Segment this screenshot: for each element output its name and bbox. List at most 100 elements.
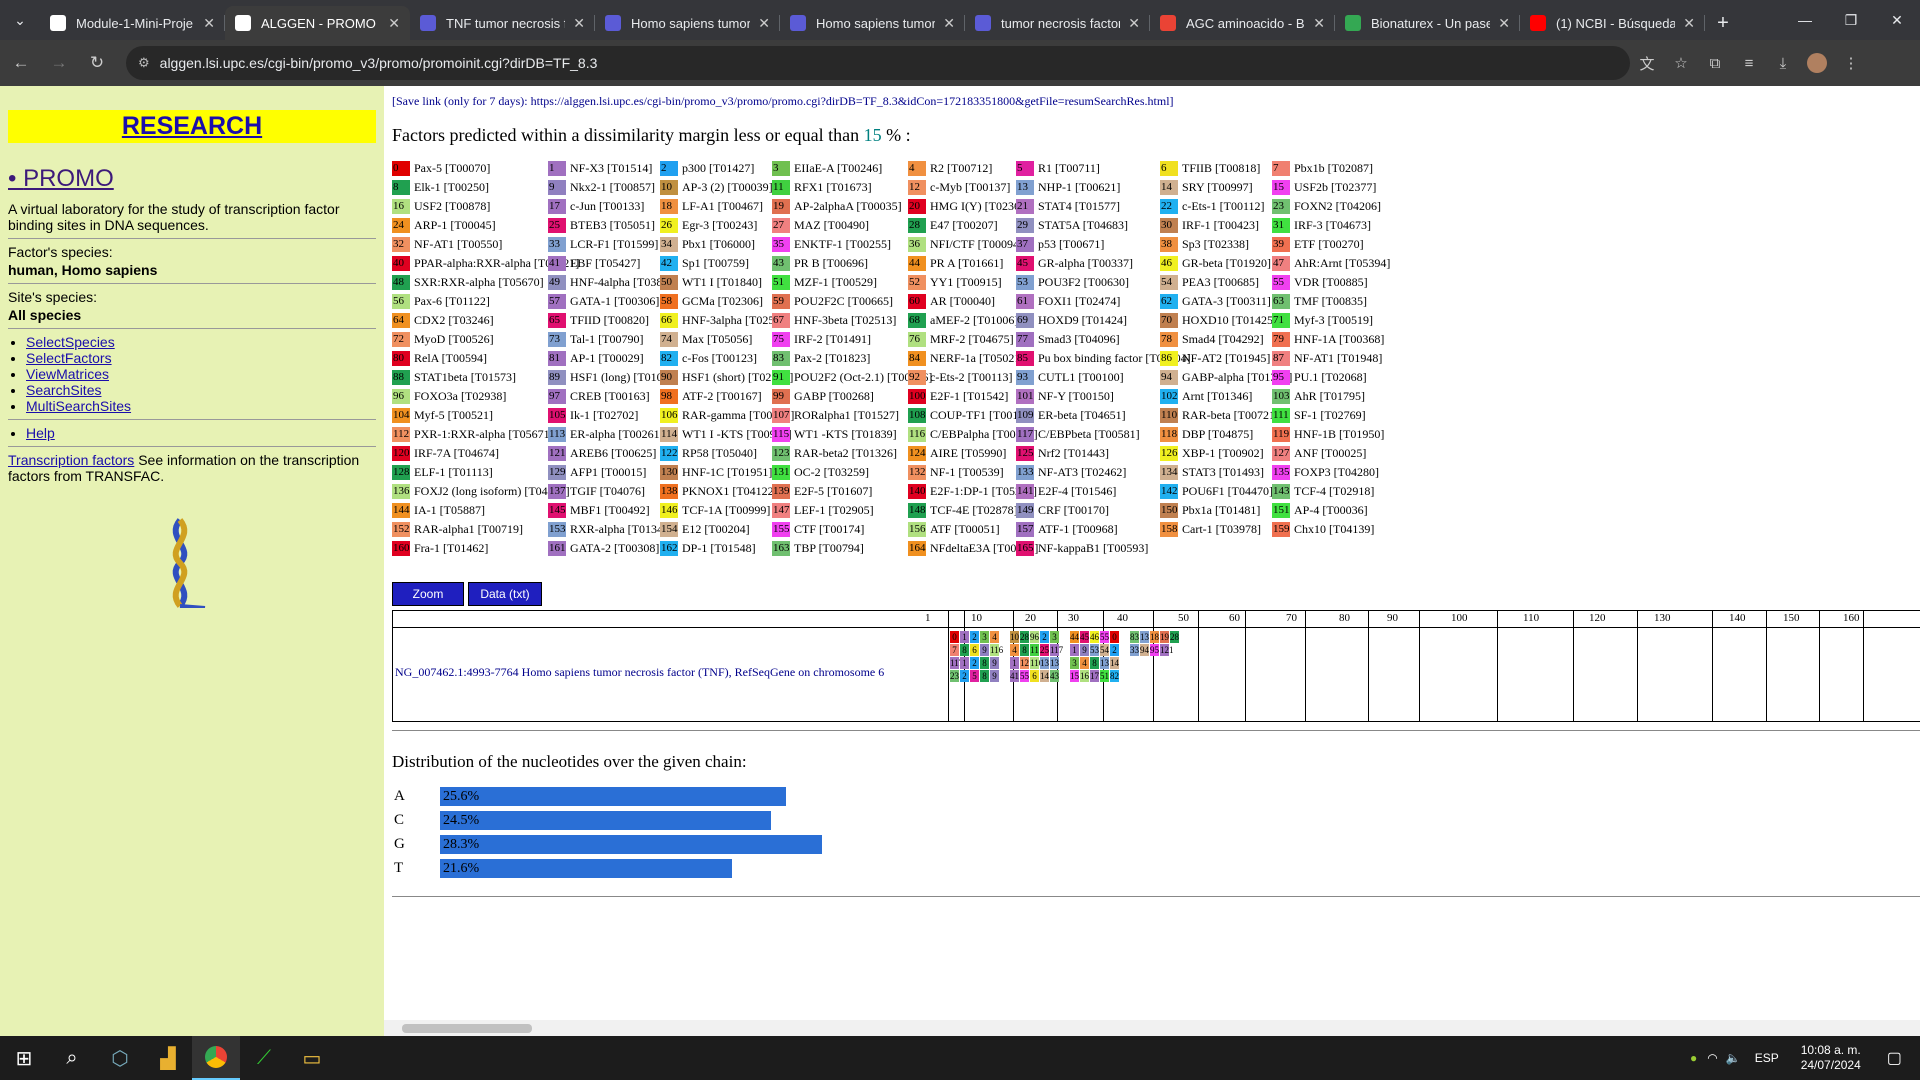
horizontal-scrollbar[interactable] (384, 1020, 1920, 1036)
binding-site-box[interactable]: 2 (1110, 644, 1119, 656)
binding-site-box[interactable]: 43 (1050, 670, 1059, 682)
binding-site-box[interactable]: 0 (1110, 631, 1119, 643)
binding-site-box[interactable]: 96 (1030, 631, 1039, 643)
translate-icon[interactable]: 文 (1630, 46, 1664, 80)
binding-site-box[interactable]: 46 (1090, 631, 1099, 643)
browser-tab[interactable]: Module-1-Mini-Proje ✕ (40, 6, 225, 40)
tab-search-icon[interactable]: ⌄ (0, 0, 40, 40)
windows-start-icon[interactable]: ⊞ (0, 1036, 48, 1080)
binding-site-box[interactable]: 94 (1140, 644, 1149, 656)
minimize-icon[interactable]: — (1782, 0, 1828, 40)
browser-tab[interactable]: Bionaturex - Un pase ✕ (1335, 6, 1520, 40)
multi-search-sites-link[interactable]: MultiSearchSites (26, 398, 131, 414)
media-icon[interactable]: ≡ (1732, 46, 1766, 80)
binding-site-box[interactable]: 14 (1110, 657, 1119, 669)
menu-icon[interactable]: ⋮ (1834, 46, 1868, 80)
binding-site-box[interactable]: 8 (960, 644, 969, 656)
binding-site-box[interactable]: 9 (1080, 644, 1089, 656)
binding-site-box[interactable]: 117 (1050, 644, 1063, 656)
transcription-factors-link[interactable]: Transcription factors (8, 452, 134, 468)
binding-site-box[interactable]: 4 (1080, 657, 1089, 669)
status-icon[interactable]: ● (1690, 1051, 1697, 1065)
binding-site-box[interactable]: 8 (1090, 657, 1099, 669)
tab-close-icon[interactable]: ✕ (758, 15, 770, 32)
binding-site-box[interactable]: 4 (990, 631, 999, 643)
binding-site-box[interactable]: 16 (1080, 670, 1089, 682)
scrollbar-thumb[interactable] (402, 1024, 532, 1033)
binding-site-box[interactable]: 11 (1030, 644, 1039, 656)
new-tab-button[interactable]: + (1705, 6, 1741, 40)
binding-site-box[interactable]: 12 (1020, 657, 1029, 669)
virtualbox-icon[interactable]: ⬡ (96, 1036, 144, 1080)
tab-close-icon[interactable]: ✕ (1498, 15, 1510, 32)
binding-site-box[interactable]: 6 (1030, 670, 1039, 682)
binding-site-box[interactable]: 1 (960, 631, 969, 643)
data-txt-button[interactable]: Data (txt) (468, 582, 542, 606)
binding-site-box[interactable]: 1 (1070, 644, 1079, 656)
volume-icon[interactable]: 🔈 (1726, 1051, 1741, 1065)
tab-close-icon[interactable]: ✕ (1128, 15, 1140, 32)
file-explorer-icon[interactable]: ▭ (288, 1036, 336, 1080)
promo-link[interactable]: • PROMO (8, 165, 376, 193)
binding-site-box[interactable]: 1 (1010, 657, 1019, 669)
binding-site-box[interactable]: 41 (1010, 670, 1019, 682)
help-link[interactable]: Help (26, 425, 55, 441)
binding-site-box[interactable]: 54 (1100, 644, 1109, 656)
browser-tab[interactable]: Homo sapiens tumor ✕ (595, 6, 780, 40)
binding-site-box[interactable]: 8 (1020, 644, 1029, 656)
forward-icon[interactable]: → (42, 46, 76, 80)
wifi-icon[interactable]: ◠ (1707, 1051, 1717, 1065)
binding-site-box[interactable]: 116 (990, 644, 1003, 656)
binding-site-box[interactable]: 95 (1150, 644, 1159, 656)
binding-site-box[interactable]: 9 (990, 670, 999, 682)
browser-tab[interactable]: TNF tumor necrosis f ✕ (410, 6, 595, 40)
binding-site-box[interactable]: 51 (1100, 670, 1109, 682)
binding-site-box[interactable]: 8 (980, 670, 989, 682)
binding-site-box[interactable]: 45 (1080, 631, 1089, 643)
clock[interactable]: 10:08 a. m. 24/07/2024 (1801, 1043, 1861, 1073)
browser-tab[interactable]: ALGGEN - PROMO ✕ (225, 6, 410, 40)
language-indicator[interactable]: ESP (1755, 1051, 1779, 1065)
browser-tab[interactable]: (1) NCBI - Búsqueda ✕ (1520, 6, 1705, 40)
binding-site-box[interactable]: 1 (960, 657, 969, 669)
binding-site-box[interactable]: 13 (1100, 657, 1109, 669)
save-link[interactable]: [Save link (only for 7 days): https://al… (392, 94, 1920, 109)
tab-close-icon[interactable]: ✕ (388, 15, 400, 32)
restore-icon[interactable]: ❐ (1828, 0, 1874, 40)
tab-close-icon[interactable]: ✕ (943, 15, 955, 32)
address-bar[interactable]: ⚙ alggen.lsi.upc.es/cgi-bin/promo_v3/pro… (126, 46, 1630, 80)
binding-site-box[interactable]: 33 (1130, 644, 1139, 656)
binding-site-box[interactable]: 8 (980, 657, 989, 669)
binding-site-box[interactable]: 55 (1100, 631, 1109, 643)
binding-site-box[interactable]: 44 (1070, 631, 1079, 643)
binding-site-box[interactable]: 23 (950, 670, 959, 682)
promo-link-label[interactable]: PROMO (23, 165, 114, 192)
binding-site-box[interactable]: 6 (970, 644, 979, 656)
binding-site-box[interactable]: 10 (1010, 631, 1019, 643)
site-info-icon[interactable]: ⚙ (138, 55, 150, 71)
select-factors-link[interactable]: SelectFactors (26, 350, 112, 366)
binding-site-box[interactable]: 53 (1090, 644, 1099, 656)
binding-site-box[interactable]: 14 (1040, 670, 1049, 682)
binding-site-box[interactable]: 116 (1030, 657, 1043, 669)
binding-site-box[interactable]: 28 (1020, 631, 1029, 643)
editor-icon[interactable]: ⟋ (240, 1036, 288, 1080)
notification-icon[interactable]: ▢ (1887, 1048, 1902, 1068)
binding-site-box[interactable]: 25 (1040, 644, 1049, 656)
profile-avatar[interactable] (1800, 46, 1834, 80)
binding-site-box[interactable]: 0 (950, 631, 959, 643)
back-icon[interactable]: ← (4, 46, 38, 80)
research-link[interactable]: RESEARCH (8, 110, 376, 143)
binding-site-box[interactable]: 9 (990, 657, 999, 669)
binding-site-box[interactable]: 5 (970, 670, 979, 682)
zoom-button[interactable]: Zoom (392, 582, 464, 606)
binding-site-box[interactable]: 18 (1150, 631, 1159, 643)
chrome-icon[interactable] (192, 1036, 240, 1080)
search-sites-link[interactable]: SearchSites (26, 382, 101, 398)
reload-icon[interactable]: ↻ (80, 46, 114, 80)
binding-site-box[interactable]: 2 (960, 670, 969, 682)
binding-site-box[interactable]: 3 (980, 631, 989, 643)
binding-site-box[interactable]: 13 (1050, 657, 1059, 669)
close-window-icon[interactable]: ✕ (1874, 0, 1920, 40)
browser-tab[interactable]: Homo sapiens tumor ✕ (780, 6, 965, 40)
